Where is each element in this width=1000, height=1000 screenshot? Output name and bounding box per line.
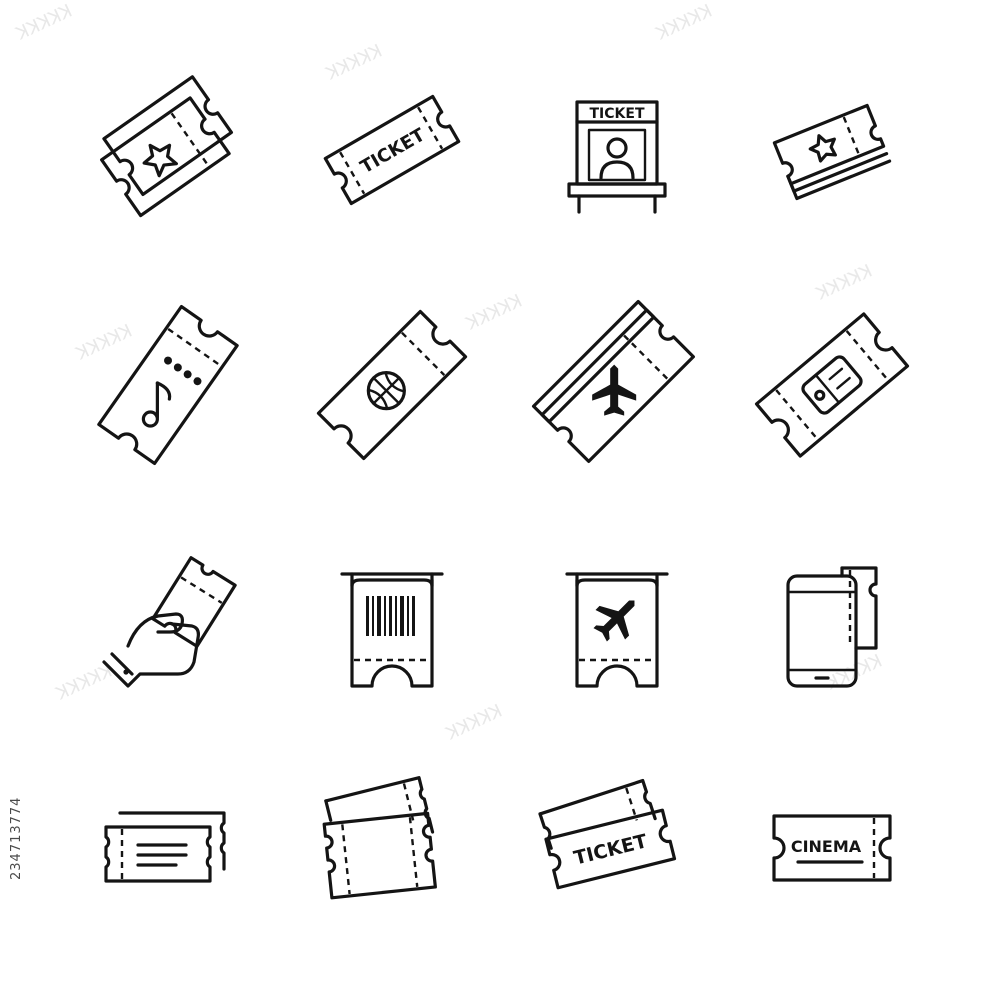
cinema-ticket-icon: CINEMA [772,814,892,882]
svg-text:ꓘꓘꓘꓘꓘ: ꓘꓘꓘꓘꓘ [462,291,525,335]
ticket-pair-label-text: TICKET [572,830,650,869]
ticket-label-icon: TICKET [323,94,461,206]
basketball-ticket-icon [316,309,468,461]
flight-ticket-dispenser-icon [565,572,669,688]
paired-tickets-icon [104,811,226,883]
svg-text:ꓘꓘꓘꓘꓘ: ꓘꓘꓘꓘꓘ [442,701,505,745]
ticket-icon-sheet: ꓘꓘꓘꓘꓘ ꓘꓘꓘꓘꓘ ꓘꓘꓘꓘꓘ ꓘꓘꓘꓘꓘ ꓘꓘꓘꓘꓘ ꓘꓘꓘꓘꓘ ꓘꓘꓘꓘ… [9,1,910,900]
ticket-booth-label: TICKET [590,106,645,122]
svg-text:ꓘꓘꓘꓘꓘ: ꓘꓘꓘꓘꓘ [812,261,875,305]
svg-text:ꓘꓘꓘꓘꓘ: ꓘꓘꓘꓘꓘ [12,1,75,45]
svg-text:ꓘꓘꓘꓘꓘ: ꓘꓘꓘꓘꓘ [322,41,385,85]
stock-id-text: 234713774 [9,797,24,880]
ticket-booth-icon: TICKET [567,100,667,214]
svg-text:ꓘꓘꓘꓘꓘ: ꓘꓘꓘꓘꓘ [72,321,135,365]
star-ticket-stack-icon [772,103,892,201]
hand-holding-ticket-icon [102,556,237,688]
fanned-tickets-icon [322,776,437,900]
svg-text:ꓘꓘꓘꓘꓘ: ꓘꓘꓘꓘꓘ [652,1,715,45]
svg-text:ꓘꓘꓘꓘꓘ: ꓘꓘꓘꓘꓘ [822,651,885,695]
cinema-label-text: CINEMA [791,837,862,856]
game-ticket-icon [754,312,910,458]
star-ticket-pair-icon [100,75,234,218]
svg-text:ꓘꓘꓘꓘꓘ: ꓘꓘꓘꓘꓘ [52,661,115,705]
barcode-ticket-dispenser-icon [340,572,444,688]
flight-ticket-pair-icon [531,299,695,463]
ticket-pair-label-icon: TICKET [538,778,677,890]
